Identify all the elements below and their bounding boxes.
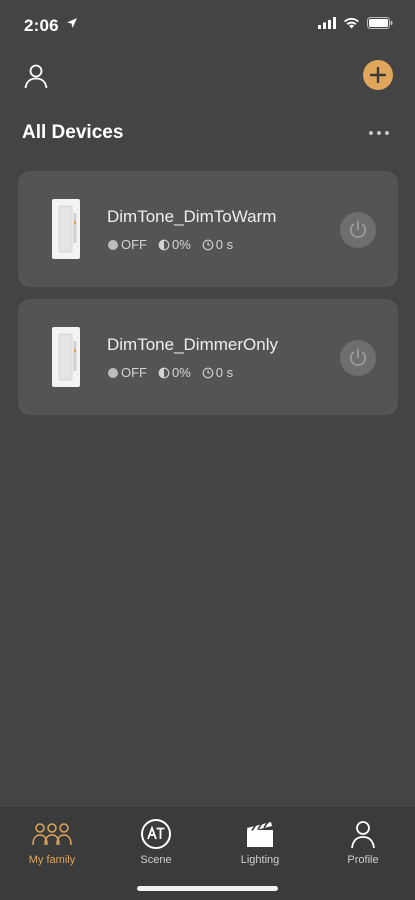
status-icons xyxy=(318,17,393,29)
dimmer-switch-icon xyxy=(52,199,80,259)
home-indicator xyxy=(137,886,278,891)
power-dot-icon xyxy=(108,367,118,378)
account-button[interactable] xyxy=(22,62,50,90)
battery-icon xyxy=(367,17,393,29)
device-stats: OFF 0% 0 s xyxy=(107,237,233,252)
power-status: OFF xyxy=(107,365,147,380)
tab-profile[interactable]: Profile xyxy=(318,818,408,872)
clapperboard-icon xyxy=(247,821,273,847)
more-options-button[interactable] xyxy=(369,124,391,142)
family-icon xyxy=(32,823,72,846)
power-icon xyxy=(349,220,367,239)
clock-icon xyxy=(202,367,214,378)
tab-lighting[interactable]: Lighting xyxy=(215,818,305,872)
timer-status: 0 s xyxy=(202,365,233,380)
power-status-text: OFF xyxy=(121,237,147,252)
add-device-button[interactable] xyxy=(363,60,393,90)
tab-label: Profile xyxy=(347,854,379,866)
device-name: DimTone_DimmerOnly xyxy=(107,335,278,354)
status-bar: 2:06 xyxy=(0,0,415,50)
tab-my-family[interactable]: My family xyxy=(7,818,97,872)
brightness-icon xyxy=(158,367,170,378)
scene-icon xyxy=(141,819,171,849)
location-arrow-icon xyxy=(67,18,77,28)
clock-icon xyxy=(202,239,214,250)
status-time: 2:06 xyxy=(24,16,59,35)
person-icon xyxy=(24,64,48,89)
tab-bar: My family Scene Lighting Profile xyxy=(0,807,415,900)
brightness-status: 0% xyxy=(158,365,191,380)
power-status: OFF xyxy=(107,237,147,252)
timer-status: 0 s xyxy=(202,237,233,252)
device-card[interactable]: DimTone_DimmerOnly OFF 0% 0 s xyxy=(18,299,398,415)
device-stats: OFF 0% 0 s xyxy=(107,365,233,380)
device-name: DimTone_DimToWarm xyxy=(107,207,277,226)
tab-label: Scene xyxy=(140,854,172,866)
tab-scene[interactable]: Scene xyxy=(111,818,201,872)
person-icon xyxy=(351,821,375,849)
more-dot-icon xyxy=(377,131,381,135)
brightness-text: 0% xyxy=(172,365,191,380)
power-toggle-button[interactable] xyxy=(340,212,376,248)
brightness-icon xyxy=(158,239,170,250)
plus-icon xyxy=(370,67,386,83)
tab-label: My family xyxy=(28,854,76,866)
power-status-text: OFF xyxy=(121,365,147,380)
signal-icon xyxy=(318,17,336,29)
brightness-text: 0% xyxy=(172,237,191,252)
dimmer-switch-icon xyxy=(52,327,80,387)
more-dot-icon xyxy=(369,131,373,135)
more-dot-icon xyxy=(385,131,389,135)
power-toggle-button[interactable] xyxy=(340,340,376,376)
device-card[interactable]: DimTone_DimToWarm OFF 0% 0 s xyxy=(18,171,398,287)
tab-label: Lighting xyxy=(240,854,280,866)
section-title: All Devices xyxy=(22,122,124,143)
power-dot-icon xyxy=(108,239,118,250)
timer-text: 0 s xyxy=(215,365,234,380)
timer-text: 0 s xyxy=(215,237,234,252)
wifi-icon xyxy=(344,17,359,29)
power-icon xyxy=(349,348,367,367)
brightness-status: 0% xyxy=(158,237,191,252)
